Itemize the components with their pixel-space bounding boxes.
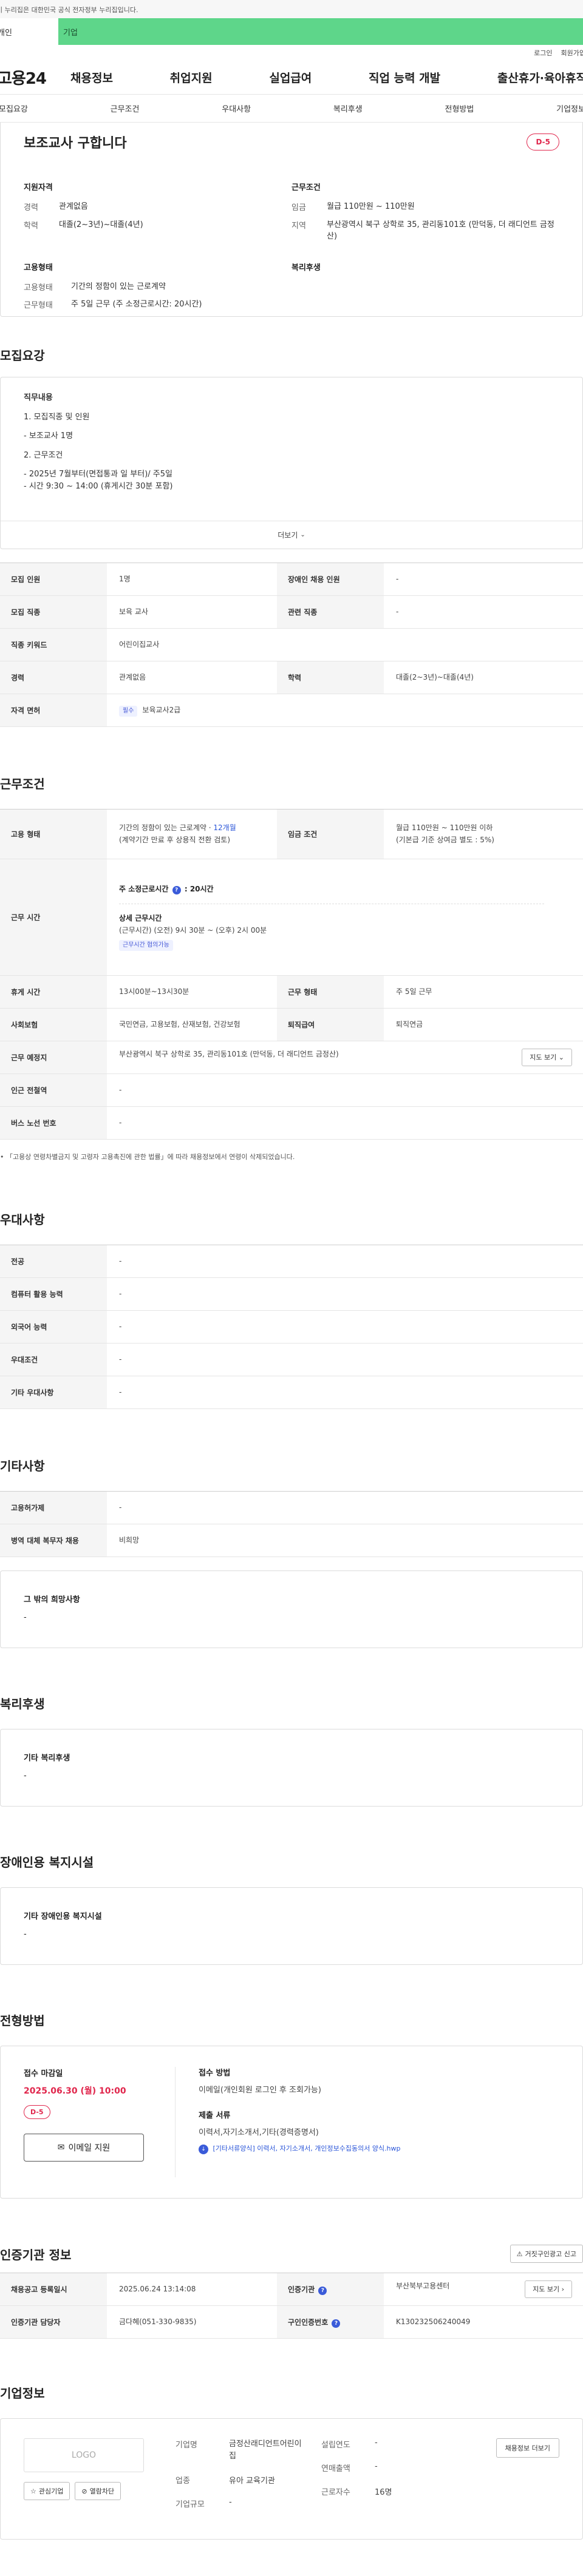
required-badge: 필수 xyxy=(119,705,138,717)
siren-icon: ⚠ xyxy=(516,2250,523,2258)
tab-company[interactable]: 기업 xyxy=(58,18,583,45)
mail-icon: ✉ xyxy=(57,2143,65,2152)
etc-table: 고용허가제 - 병역 대체 복무자 채용 비희망 xyxy=(0,1491,583,1557)
info-icon[interactable]: ? xyxy=(172,886,181,895)
qual-heading: 지원자격 xyxy=(24,183,53,192)
page-bottom-spacer xyxy=(0,2540,583,2576)
anchor-recruit[interactable]: 모집요강 xyxy=(0,103,28,114)
anchor-welfare[interactable]: 복리후생 xyxy=(333,103,363,114)
anchor-pref[interactable]: 우대사항 xyxy=(222,103,251,114)
download-icon: ↓ xyxy=(199,2145,208,2155)
pref-table: 전공 - 컴퓨터 활용 능력 - 외국어 능력 - 우대조건 - 기타 우대사항 - xyxy=(0,1245,583,1409)
signup-link[interactable]: 회원가입 xyxy=(561,48,583,58)
anchor-selection[interactable]: 전형방법 xyxy=(445,103,474,114)
corp-recruit-more-button[interactable]: 채용정보 더보기 xyxy=(496,2438,559,2458)
emp-heading: 고용형태 xyxy=(24,263,53,272)
block-view-button[interactable]: ⊘ 열람차단 xyxy=(75,2482,121,2500)
cert-map-button[interactable]: 지도 보기 › xyxy=(525,2280,572,2299)
tab-person[interactable]: 개인 xyxy=(0,18,58,45)
recruit-section-title: 모집요강 xyxy=(0,348,45,363)
corp-box: LOGO ☆ 관심기업 ⊘ 열람차단 기업명 금정산래디언트어린이집 업종 유아 교… xyxy=(0,2418,583,2540)
work-map-button[interactable]: 지도 보기 ⌄ xyxy=(522,1048,572,1067)
etc-section-title: 기타사항 xyxy=(0,1459,45,1473)
attachment-link[interactable]: ↓ [기타서류양식] 이력서, 자기소개서, 개인정보수집동의서 양식.hwp xyxy=(199,2143,559,2155)
chevron-down-icon: ⌄ xyxy=(558,1053,564,1061)
welfare-section-title: 복리후생 xyxy=(0,1697,45,1711)
gnb-item-unemployment[interactable]: 실업급여 xyxy=(269,69,312,86)
job-summary: 보조교사 구합니다 D-5 지원자격 경력 관계없음 학력 대졸(2~3년)~대졸(… xyxy=(0,123,583,317)
favorite-corp-button[interactable]: ☆ 관심기업 xyxy=(24,2482,70,2500)
welfare-heading: 복리후생 xyxy=(292,263,321,272)
deadline-date: 2025.06.30 (월) 10:00 xyxy=(24,2086,126,2096)
work-section-title: 근무조건 xyxy=(0,777,45,791)
gov-banner-text: 이 누리집은 대한민국 공식 전자정부 누리집입니다. xyxy=(0,6,138,14)
corp-section-title: 기업정보 xyxy=(0,2386,45,2401)
job-title: 보조교사 구합니다 xyxy=(24,136,127,151)
cert-table: 채용공고 등록일시 2025.06.24 13:14:08 인증기관 ? 부산북… xyxy=(0,2273,583,2339)
dday-badge: D-5 xyxy=(527,134,559,150)
chevron-down-icon: ⌄ xyxy=(300,532,305,538)
gnb-item-leave[interactable]: 출산휴가·육아휴직 xyxy=(497,69,583,86)
gnb-item-training[interactable]: 직업 능력 개발 xyxy=(369,69,440,86)
dday-badge-small: D-5 xyxy=(24,2105,50,2119)
site-logo[interactable]: 고용24 xyxy=(0,66,70,89)
block-icon: ⊘ xyxy=(81,2487,87,2495)
info-icon[interactable]: ? xyxy=(332,2319,341,2328)
anchor-corp[interactable]: 기업정보 xyxy=(556,103,583,114)
work-table: 고용 형태 기간의 정함이 있는 근로계약 · 12개월 (계약기간 만료 후 … xyxy=(0,809,583,1140)
email-apply-button[interactable]: ✉ 이메일 지원 xyxy=(24,2134,144,2162)
login-link[interactable]: 로그인 xyxy=(534,48,552,58)
job-content-box: 직무내용 1. 모집직종 및 인원 - 보조교사 1명 2. 근무조건 - 20… xyxy=(0,377,583,549)
job-content-heading: 직무내용 xyxy=(24,393,53,402)
global-nav: 고용24 채용정보 취업지원 실업급여 직업 능력 개발 출산휴가·육아휴직 xyxy=(0,61,583,95)
gnb-item-employment-support[interactable]: 취업지원 xyxy=(170,69,213,86)
star-icon: ☆ xyxy=(30,2487,36,2495)
chevron-right-icon: › xyxy=(561,2285,564,2293)
welfare-box: 기타 복리후생 - xyxy=(0,1729,583,1807)
more-button[interactable]: 더보기 ⌄ xyxy=(1,521,582,549)
bullet-icon: • xyxy=(0,1153,6,1161)
service-tabs: 개인 기업 xyxy=(0,18,583,45)
hours-negotiable-badge: 근무시간 협의가능 xyxy=(119,939,173,951)
gov-banner: 이 누리집은 대한민국 공식 전자정부 누리집입니다. xyxy=(0,0,583,18)
anchor-work[interactable]: 근무조건 xyxy=(111,103,140,114)
cert-section-title: 인증기관 정보 xyxy=(0,2247,72,2262)
corp-logo: LOGO xyxy=(24,2438,144,2472)
etc-hope-box: 그 밖의 희망사항 - xyxy=(0,1570,583,1648)
cond-heading: 근무조건 xyxy=(292,183,321,192)
selection-section-title: 전형방법 xyxy=(0,2013,45,2028)
disabled-section-title: 장애인용 복지시설 xyxy=(0,1855,94,1870)
util-links: 로그인 회원가입 xyxy=(0,45,583,61)
anchor-nav: 모집요강 근무조건 우대사항 복리후생 전형방법 기업정보 xyxy=(0,95,583,123)
gnb-item-jobs[interactable]: 채용정보 xyxy=(70,69,113,86)
pref-section-title: 우대사항 xyxy=(0,1212,45,1227)
disabled-box: 기타 장애인용 복지시설 - xyxy=(0,1887,583,1965)
age-note: • 「고용상 연령차별금지 및 고령자 고용촉진에 관한 법률」에 따라 채용정… xyxy=(0,1153,295,1161)
report-fake-ad-button[interactable]: ⚠ 거짓구인광고 신고 xyxy=(510,2245,583,2263)
info-icon[interactable]: ? xyxy=(318,2286,327,2295)
selection-box: 접수 마감일 2025.06.30 (월) 10:00 D-5 ✉ 이메일 지원… xyxy=(0,2046,583,2199)
recruit-table: 모집 인원 1명 장애인 채용 인원 - 모집 직종 보육 교사 관련 직종 -… xyxy=(0,563,583,727)
